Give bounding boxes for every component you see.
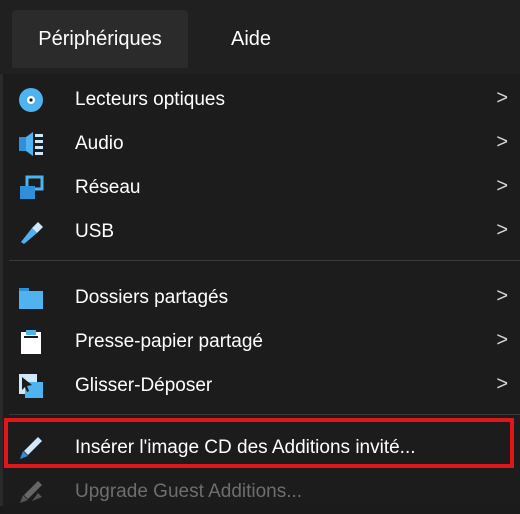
menu-item-label: Réseau bbox=[75, 177, 141, 198]
network-icon bbox=[17, 174, 45, 202]
menu-item-shared-clipboard[interactable]: Presse-papier partagé > bbox=[3, 320, 520, 364]
menu-item-label: Glisser-Déposer bbox=[75, 375, 213, 396]
menu-item-label: Dossiers partagés bbox=[75, 287, 229, 308]
usb-icon bbox=[17, 218, 45, 246]
optical-disc-icon bbox=[17, 86, 45, 114]
submenu-arrow-icon: > bbox=[496, 175, 508, 197]
submenu-arrow-icon: > bbox=[496, 131, 508, 153]
menu-item-audio[interactable]: Audio > bbox=[3, 122, 520, 166]
menu-item-label: Upgrade Guest Additions... bbox=[75, 481, 303, 502]
submenu-arrow-icon: > bbox=[496, 285, 508, 307]
menu-separator bbox=[9, 414, 520, 415]
menu-item-label: Presse-papier partagé bbox=[75, 331, 263, 352]
menu-item-optical-drives[interactable]: Lecteurs optiques > bbox=[3, 78, 520, 122]
drag-drop-icon bbox=[17, 372, 45, 400]
highlight-annotation bbox=[4, 418, 514, 468]
menu-item-usb[interactable]: USB > bbox=[3, 210, 520, 254]
menu-item-network[interactable]: Réseau > bbox=[3, 166, 520, 210]
menu-aide[interactable]: Aide bbox=[206, 10, 296, 68]
submenu-arrow-icon: > bbox=[496, 87, 508, 109]
submenu-arrow-icon: > bbox=[496, 329, 508, 351]
clipboard-icon bbox=[17, 328, 45, 356]
submenu-arrow-icon: > bbox=[496, 219, 508, 241]
menu-item-label: Audio bbox=[75, 133, 124, 154]
menu-item-label: Lecteurs optiques bbox=[75, 89, 225, 110]
menu-bar: Périphériques Aide bbox=[0, 0, 520, 74]
shared-folder-icon bbox=[17, 284, 45, 312]
menu-item-shared-folders[interactable]: Dossiers partagés > bbox=[3, 276, 520, 320]
menu-item-upgrade-guest-additions: Upgrade Guest Additions... bbox=[3, 470, 520, 514]
menu-separator bbox=[9, 260, 520, 261]
menu-item-label: USB bbox=[75, 221, 115, 242]
menu-item-drag-drop[interactable]: Glisser-Déposer > bbox=[3, 364, 520, 408]
submenu-arrow-icon: > bbox=[496, 373, 508, 395]
audio-icon bbox=[17, 130, 45, 158]
upgrade-icon bbox=[17, 478, 45, 506]
menu-peripheriques[interactable]: Périphériques bbox=[12, 10, 188, 68]
